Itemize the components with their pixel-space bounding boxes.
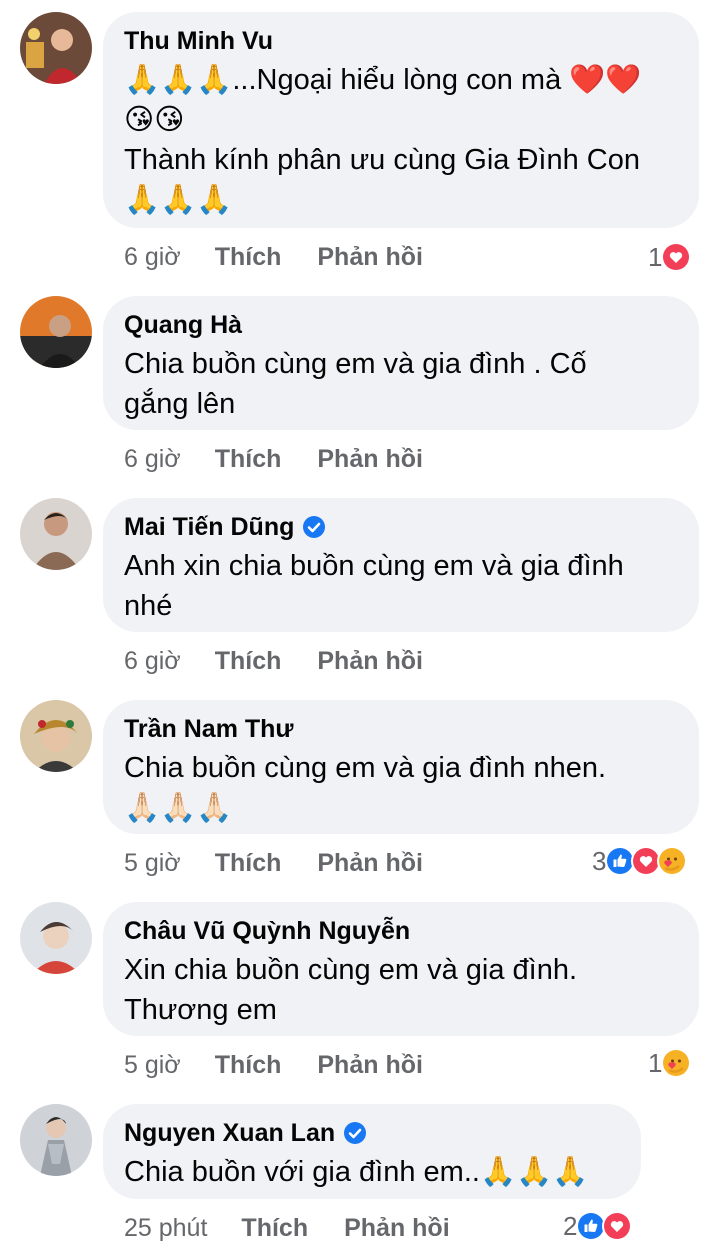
- comment-text: Chia buồn cùng em và gia đình nhen. 🙏🏻🙏🏻…: [124, 752, 607, 824]
- comment-time[interactable]: 5 giờ: [124, 849, 181, 878]
- comment-text: Xin chia buồn cùng em và gia đình. Thươn…: [124, 954, 578, 1026]
- comment-bubble: Thu Minh Vu 🙏🙏🙏...Ngoại hiểu lòng con mà…: [103, 12, 699, 228]
- reaction-summary[interactable]: 3: [592, 845, 688, 877]
- avatar[interactable]: [20, 1104, 92, 1176]
- reaction-count: 2: [563, 1210, 578, 1241]
- reply-button[interactable]: Phản hồi: [317, 243, 423, 272]
- comment-time[interactable]: 6 giờ: [124, 445, 181, 474]
- comment-actions: 25 phút Thích Phản hồi: [124, 1212, 450, 1244]
- reaction-summary[interactable]: 1: [648, 241, 692, 273]
- like-button[interactable]: Thích: [241, 1214, 308, 1243]
- avatar[interactable]: [20, 902, 92, 974]
- verified-badge-icon: [302, 515, 326, 539]
- comment-bubble: Mai Tiến Dũng Anh xin chia buồn cùng em …: [103, 498, 699, 632]
- comment-author[interactable]: Quang Hà: [124, 310, 677, 340]
- comment-actions: 6 giờ Thích Phản hồi: [124, 443, 423, 475]
- reply-button[interactable]: Phản hồi: [317, 1051, 423, 1080]
- comment-text: Chia buồn với gia đình em..🙏🙏🙏: [124, 1156, 589, 1188]
- comment-actions: 5 giờ Thích Phản hồi: [124, 1049, 423, 1081]
- reply-button[interactable]: Phản hồi: [344, 1214, 450, 1243]
- comment-bubble: Châu Vũ Quỳnh Nguyễn Xin chia buồn cùng …: [103, 902, 699, 1036]
- care-reaction-icon: [661, 1048, 692, 1078]
- like-button[interactable]: Thích: [215, 445, 282, 474]
- avatar[interactable]: [20, 296, 92, 368]
- avatar[interactable]: [20, 12, 92, 84]
- like-button[interactable]: Thích: [215, 849, 282, 878]
- reaction-count: 3: [592, 845, 607, 876]
- avatar[interactable]: [20, 498, 92, 570]
- comment-bubble: Trần Nam Thư Chia buồn cùng em và gia đì…: [103, 700, 699, 834]
- comment-time[interactable]: 6 giờ: [124, 243, 181, 272]
- heart-reaction-icon: [602, 1211, 633, 1241]
- comment-bubble: Nguyen Xuan Lan Chia buồn với gia đình e…: [103, 1104, 641, 1199]
- comment-author[interactable]: Trần Nam Thư: [124, 714, 677, 744]
- comment-time[interactable]: 5 giờ: [124, 1051, 181, 1080]
- reaction-count: 1: [648, 1047, 663, 1078]
- reply-button[interactable]: Phản hồi: [317, 849, 423, 878]
- reply-button[interactable]: Phản hồi: [317, 647, 423, 676]
- comment-actions: 6 giờ Thích Phản hồi: [124, 645, 423, 677]
- like-button[interactable]: Thích: [215, 647, 282, 676]
- care-reaction-icon: [657, 846, 688, 876]
- like-button[interactable]: Thích: [215, 243, 282, 272]
- avatar[interactable]: [20, 700, 92, 772]
- comment-actions: 5 giờ Thích Phản hồi: [124, 847, 423, 879]
- comment-author[interactable]: Thu Minh Vu: [124, 26, 677, 56]
- comment-bubble: Quang Hà Chia buồn cùng em và gia đình .…: [103, 296, 699, 430]
- reply-button[interactable]: Phản hồi: [317, 445, 423, 474]
- comment-text: 🙏🙏🙏...Ngoại hiểu lòng con mà ❤️❤️ 😘😘 Thà…: [124, 64, 642, 216]
- heart-reaction-icon: [661, 242, 692, 272]
- comment-author[interactable]: Châu Vũ Quỳnh Nguyễn: [124, 916, 677, 946]
- comment-text: Anh xin chia buồn cùng em và gia đình nh…: [124, 550, 624, 622]
- like-button[interactable]: Thích: [215, 1051, 282, 1080]
- reaction-summary[interactable]: 2: [563, 1210, 633, 1242]
- comment-author[interactable]: Mai Tiến Dũng: [124, 512, 677, 542]
- verified-badge-icon: [343, 1121, 367, 1145]
- comment-text: Chia buồn cùng em và gia đình . Cố gắng …: [124, 348, 587, 420]
- comment-author[interactable]: Nguyen Xuan Lan: [124, 1118, 619, 1148]
- comment-actions: 6 giờ Thích Phản hồi: [124, 241, 423, 273]
- comment-time[interactable]: 25 phút: [124, 1214, 207, 1243]
- reaction-count: 1: [648, 241, 663, 272]
- comment-time[interactable]: 6 giờ: [124, 647, 181, 676]
- reaction-summary[interactable]: 1: [648, 1047, 692, 1079]
